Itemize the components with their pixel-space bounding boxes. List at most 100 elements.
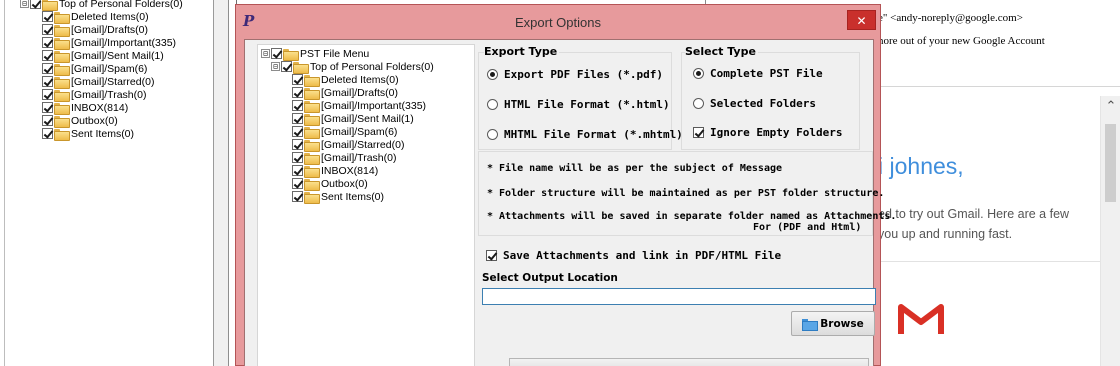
radio-icon[interactable] [693,98,704,109]
splitter[interactable] [214,0,229,366]
folder-icon [54,63,70,76]
tree-item[interactable]: [Gmail]/Important(335) [292,99,427,113]
note-line: For (PDF and Html) [753,222,862,233]
scroll-up-arrow-icon[interactable]: ⌃ [1105,99,1117,112]
checkbox-icon[interactable] [42,37,53,48]
tree-item-label: Deleted Items(0) [71,10,149,23]
checkbox-icon[interactable] [271,48,282,59]
tree-item[interactable]: INBOX(814) [292,164,378,178]
tree-item[interactable]: [Gmail]/Spam(6) [292,125,398,139]
checkbox-icon[interactable] [42,50,53,61]
folder-icon [304,191,320,204]
option-label: Complete PST File [710,67,823,80]
export-button[interactable] [509,358,869,366]
tree-item[interactable]: [Gmail]/Important(335) [42,36,176,50]
tree-item-label: [Gmail]/Sent Mail(1) [71,49,164,62]
checkbox-icon[interactable] [42,115,53,126]
checkbox-checked-icon[interactable] [486,250,497,261]
tree-item[interactable]: [Gmail]/Drafts(0) [42,23,148,37]
checkbox-icon[interactable] [42,76,53,87]
checkbox-icon[interactable] [292,126,303,137]
tree-item-label: [Gmail]/Important(335) [321,99,427,112]
checkbox-icon[interactable] [42,102,53,113]
tree-item[interactable]: [Gmail]/Sent Mail(1) [42,49,164,63]
tree-item[interactable]: [Gmail]/Trash(0) [42,88,147,102]
tree-root-pst-file-menu[interactable]: ⊟ PST File Menu [261,47,369,61]
tree-item[interactable]: [Gmail]/Sent Mail(1) [292,112,414,126]
option-label: Export PDF Files (*.pdf) [504,68,663,81]
divider [878,261,1100,262]
tree-item[interactable]: Deleted Items(0) [292,73,399,87]
folder-icon [42,0,58,11]
tree-item[interactable]: Outbox(0) [42,114,118,128]
folder-icon [802,318,819,331]
radio-selected-icon[interactable] [693,68,704,79]
tree-item-label: Top of Personal Folders(0) [310,60,434,73]
checkbox-icon[interactable] [292,191,303,202]
folder-icon [283,48,299,61]
radio-icon[interactable] [487,99,498,110]
close-button[interactable]: ✕ [847,10,876,30]
tree-item[interactable]: Deleted Items(0) [42,10,149,24]
pst-folder-tree[interactable]: ⊟ PST File Menu ⊟ Top of Personal Folder… [257,44,475,366]
tree-item[interactable]: [Gmail]/Spam(6) [42,62,147,76]
export-pdf-option[interactable]: Export PDF Files (*.pdf) [487,68,663,81]
checkbox-icon[interactable] [292,113,303,124]
radio-icon[interactable] [487,129,498,140]
folder-icon [54,24,70,37]
folder-icon [54,50,70,63]
checkbox-icon[interactable] [42,11,53,22]
option-label: MHTML File Format (*.mhtml) [504,128,683,141]
tree-item[interactable]: [Gmail]/Starred(0) [42,75,155,89]
tree-item[interactable]: INBOX(814) [42,101,128,115]
tree-item[interactable]: [Gmail]/Drafts(0) [292,86,398,100]
folder-icon [304,74,320,87]
checkbox-icon[interactable] [292,74,303,85]
checkbox-icon[interactable] [42,128,53,139]
radio-selected-icon[interactable] [487,69,498,80]
checkbox-icon[interactable] [42,63,53,74]
checkbox-icon[interactable] [292,152,303,163]
checkbox-icon[interactable] [292,100,303,111]
checkbox-icon[interactable] [292,165,303,176]
tree-item[interactable]: [Gmail]/Starred(0) [292,138,405,152]
checkbox-icon[interactable] [281,61,292,72]
folder-icon [54,37,70,50]
collapse-icon[interactable]: ⊟ [20,0,29,8]
dialog-body: ⊟ PST File Menu ⊟ Top of Personal Folder… [244,39,896,366]
save-attachments-checkbox[interactable]: Save Attachments and link in PDF/HTML Fi… [486,249,781,262]
selected-folders-option[interactable]: Selected Folders [693,97,816,110]
tree-item[interactable]: [Gmail]/Trash(0) [292,151,396,165]
tree-item[interactable]: Sent Items(0) [42,127,134,141]
complete-pst-option[interactable]: Complete PST File [693,67,823,80]
tree-item-top-of-personal-folders[interactable]: ⊟ Top of Personal Folders(0) [271,60,434,74]
tree-item-label: [Gmail]/Starred(0) [71,75,155,88]
checkbox-icon[interactable] [42,89,53,100]
tree-item-label: [Gmail]/Trash(0) [71,88,147,101]
dialog-title-bar[interactable]: P Export Options ✕ [236,5,880,39]
tree-item-label: [Gmail]/Spam(6) [321,125,398,138]
tree-item[interactable]: Outbox(0) [292,177,368,191]
browse-button[interactable]: Browse [791,311,875,336]
checkbox-icon[interactable] [292,178,303,189]
vertical-scrollbar[interactable]: ⌃ [1100,96,1120,366]
scroll-thumb[interactable] [1105,124,1116,202]
collapse-icon[interactable]: ⊟ [271,62,280,71]
checkbox-icon[interactable] [42,24,53,35]
output-location-input[interactable] [482,288,876,305]
tree-item-top-of-personal-folders[interactable]: ⊟ Top of Personal Folders(0) [20,0,183,11]
tree-item[interactable]: Sent Items(0) [292,190,384,204]
tree-item-label: [Gmail]/Starred(0) [321,138,405,151]
checkbox-checked-icon[interactable] [693,127,704,138]
export-html-option[interactable]: HTML File Format (*.html) [487,98,670,111]
ignore-empty-folders-checkbox[interactable]: Ignore Empty Folders [693,126,842,139]
select-type-title: Select Type [685,45,758,58]
checkbox-icon[interactable] [30,0,41,9]
email-body-line: you up and running fast. [878,227,1013,241]
collapse-icon[interactable]: ⊟ [261,49,270,58]
export-type-title: Export Type [484,45,560,58]
option-label: Selected Folders [710,97,816,110]
checkbox-icon[interactable] [292,139,303,150]
export-mhtml-option[interactable]: MHTML File Format (*.mhtml) [487,128,683,141]
checkbox-icon[interactable] [292,87,303,98]
